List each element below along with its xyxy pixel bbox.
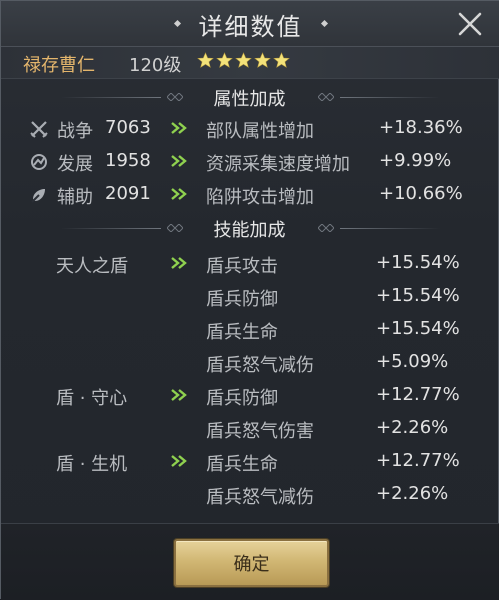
star-rating	[197, 52, 290, 69]
double-chevron-right-icon	[171, 455, 187, 467]
skill-row: 天人之盾 盾兵攻击 +15.54%	[1, 250, 499, 280]
attributes-section-title: 属性加成	[213, 89, 286, 110]
skill-effect: 盾兵攻击	[206, 256, 278, 277]
attribute-effect: 资源采集速度增加	[206, 154, 350, 175]
double-chevron-right-icon	[171, 122, 187, 134]
star-icon	[273, 52, 290, 68]
double-chevron-right-icon	[171, 155, 187, 167]
skill-effect: 盾兵怒气伤害	[206, 421, 314, 442]
attribute-row: 辅助 2091 陷阱攻击增加 +10.66%	[1, 181, 499, 211]
title-bar: 详细数值	[1, 1, 499, 47]
section-divider-right	[340, 228, 440, 229]
confirm-button[interactable]: 确定	[174, 539, 329, 587]
star-icon	[235, 52, 252, 68]
hero-level: 120级	[129, 55, 182, 76]
hero-header: 禄存曹仁 120级	[1, 47, 499, 79]
attribute-bonus: +18.36%	[379, 117, 463, 138]
attribute-name: 发展	[57, 154, 93, 175]
star-icon	[216, 52, 233, 68]
skill-row: 盾兵怒气减伤 +2.26%	[1, 481, 499, 511]
attribute-row: 战争 7063 部队属性增加 +18.36%	[1, 115, 499, 145]
skill-bonus: +15.54%	[376, 252, 460, 273]
skill-row: 盾兵怒气伤害 +2.26%	[1, 415, 499, 445]
double-chevron-right-icon	[171, 257, 187, 269]
skill-bonus: +2.26%	[376, 483, 449, 504]
skill-effect: 盾兵怒气减伤	[206, 487, 314, 508]
skill-effect: 盾兵生命	[206, 322, 278, 343]
detail-values-dialog: 详细数值 禄存曹仁 120级 属性加成 战争 7063 部队属性增加 +18.36% 发…	[0, 0, 499, 600]
skills-section-title: 技能加成	[213, 220, 286, 241]
skill-row: 盾 · 守心 盾兵防御 +12.77%	[1, 382, 499, 412]
star-icon	[254, 52, 271, 68]
attribute-value: 7063	[105, 117, 151, 138]
section-divider-right	[340, 97, 440, 98]
skill-row: 盾兵生命 +15.54%	[1, 316, 499, 346]
attribute-value: 2091	[105, 183, 151, 204]
attribute-name: 战争	[57, 121, 93, 142]
double-chevron-right-icon	[171, 188, 187, 200]
divider-ornament-icon	[318, 93, 334, 101]
attribute-effect: 部队属性增加	[206, 121, 314, 142]
double-chevron-right-icon	[171, 389, 187, 401]
attribute-bonus: +10.66%	[379, 183, 463, 204]
skill-row: 盾 · 生机 盾兵生命 +12.77%	[1, 448, 499, 478]
skill-effect: 盾兵防御	[206, 289, 278, 310]
attribute-value: 1958	[105, 150, 151, 171]
skill-bonus: +2.26%	[376, 417, 449, 438]
skill-bonus: +12.77%	[376, 450, 460, 471]
attribute-bonus: +9.99%	[379, 150, 452, 171]
skill-name: 天人之盾	[56, 256, 128, 277]
attribute-effect: 陷阱攻击增加	[206, 187, 314, 208]
crossed-swords-icon	[30, 121, 48, 138]
skill-name: 盾 · 生机	[56, 454, 128, 475]
skill-bonus: +15.54%	[376, 285, 460, 306]
skill-bonus: +12.77%	[376, 384, 460, 405]
skill-bonus: +5.09%	[376, 351, 449, 372]
close-button[interactable]	[448, 5, 492, 43]
skill-effect: 盾兵怒气减伤	[206, 355, 314, 376]
skill-name: 盾 · 守心	[56, 388, 128, 409]
close-icon	[458, 12, 482, 36]
assist-icon	[31, 189, 45, 203]
skill-row: 盾兵怒气减伤 +5.09%	[1, 349, 499, 379]
divider-ornament-icon	[318, 224, 334, 232]
skill-bonus: +15.54%	[376, 318, 460, 339]
star-icon	[197, 52, 214, 68]
dialog-title: 详细数值	[198, 13, 303, 41]
attribute-row: 发展 1958 资源采集速度增加 +9.99%	[1, 148, 499, 178]
skill-effect: 盾兵防御	[206, 388, 278, 409]
hero-name: 禄存曹仁	[23, 55, 95, 76]
attribute-name: 辅助	[57, 187, 93, 208]
skill-row: 盾兵防御 +15.54%	[1, 283, 499, 313]
development-icon	[31, 154, 47, 170]
skill-effect: 盾兵生命	[206, 454, 278, 475]
